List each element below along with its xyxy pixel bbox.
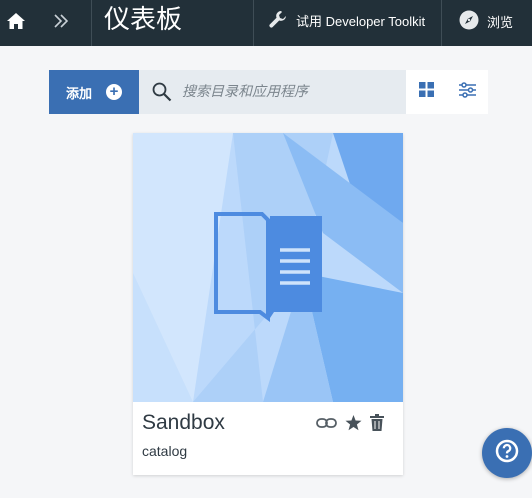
divider	[441, 0, 442, 46]
developer-toolkit-label: 试用 Developer Toolkit	[296, 13, 426, 29]
plus-circle-icon: +	[106, 84, 122, 100]
link-icon[interactable]	[316, 416, 337, 430]
grid-icon	[419, 82, 434, 102]
browse-label: 浏览	[487, 14, 514, 30]
card-actions	[316, 414, 392, 431]
page-title: 仪表板	[104, 5, 183, 35]
grid-view-button[interactable]	[406, 70, 447, 114]
add-button[interactable]: 添加 +	[49, 70, 139, 114]
card-thumbnail	[133, 133, 403, 402]
help-icon	[495, 439, 519, 468]
home-button[interactable]	[0, 0, 31, 46]
browse-link[interactable]: 浏览	[459, 0, 513, 42]
wrench-icon	[268, 9, 296, 32]
trash-icon[interactable]	[370, 414, 384, 431]
expand-nav-button[interactable]	[31, 0, 91, 46]
catalog-card[interactable]: Sandbox catalog	[133, 133, 403, 475]
book-icon	[214, 212, 322, 322]
divider	[253, 0, 254, 46]
compass-icon	[459, 10, 487, 33]
top-navigation-bar: 仪表板 试用 Developer Toolkit 浏览	[0, 0, 532, 46]
star-icon[interactable]	[345, 414, 362, 431]
search-input[interactable]	[182, 84, 402, 100]
add-label: 添加	[65, 85, 92, 101]
search-icon	[152, 82, 172, 102]
search-bar	[139, 70, 406, 114]
card-title: Sandbox	[142, 411, 225, 434]
filter-button[interactable]	[447, 70, 488, 114]
developer-toolkit-link[interactable]: 试用 Developer Toolkit	[268, 0, 425, 40]
double-chevron-right-icon	[54, 13, 69, 33]
help-button[interactable]	[482, 428, 532, 478]
home-icon	[6, 12, 25, 34]
card-subtitle: catalog	[142, 443, 188, 459]
divider	[91, 0, 92, 46]
sliders-icon	[459, 81, 476, 103]
